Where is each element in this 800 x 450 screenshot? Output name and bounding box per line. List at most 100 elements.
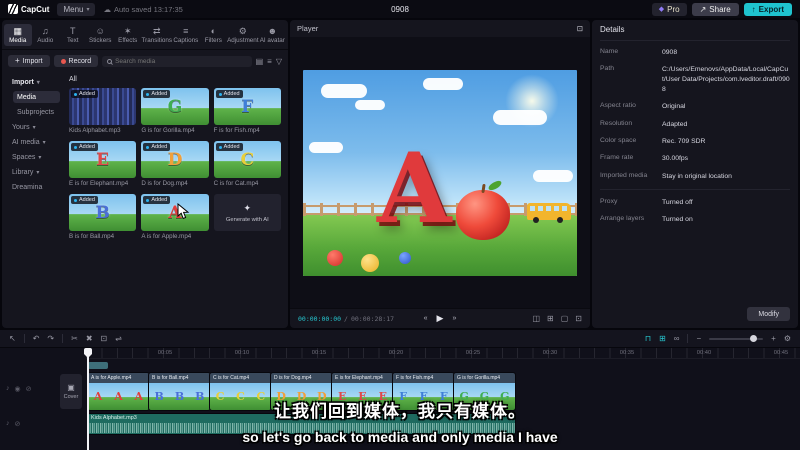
- media-item[interactable]: C Added C is for Cat.mp4: [213, 141, 281, 187]
- scene-ball-red: [327, 249, 343, 266]
- tab-filters[interactable]: ◐ Filters: [200, 24, 228, 46]
- timeline-ruler[interactable]: 00:05 00:10 00:15 00:20 00:25 00:30 00:35 00:40…: [86, 348, 800, 359]
- filmstrip-letter: F: [439, 390, 448, 403]
- grid-overlay-icon[interactable]: ⊞: [547, 314, 554, 323]
- media-item[interactable]: G Added G is for Gorilla.mp4: [141, 88, 209, 134]
- cover-button[interactable]: ▣ Cover: [60, 374, 82, 409]
- filmstrip-letter: A: [114, 390, 123, 403]
- fullscreen-icon[interactable]: ⊡: [575, 314, 582, 323]
- detail-row: Aspect ratio Original: [600, 102, 790, 112]
- link-icon[interactable]: ∞: [674, 334, 680, 343]
- zoom-in-icon[interactable]: +: [771, 334, 776, 343]
- tab-media[interactable]: ▦ Media: [4, 23, 32, 46]
- record-button[interactable]: Record: [53, 55, 99, 67]
- sidebar-item-subprojects[interactable]: Subprojects: [13, 106, 60, 118]
- media-item[interactable]: Added Kids Alphabet.mp3: [69, 88, 137, 134]
- magnet-icon[interactable]: ⊓: [645, 334, 651, 343]
- next-frame-icon[interactable]: »: [452, 315, 456, 322]
- mute-track-icon[interactable]: ♪: [6, 385, 10, 393]
- tab-stickers[interactable]: ☺ Stickers: [87, 24, 115, 46]
- timeline-video-clip[interactable]: F is for Fish.mp4 F F F: [392, 372, 455, 411]
- caption-clip[interactable]: [88, 362, 108, 369]
- tab-captions[interactable]: ≡ Captions: [172, 24, 200, 46]
- tab-transitions[interactable]: ⇄ Transitions: [142, 24, 173, 46]
- added-badge: Added: [71, 143, 98, 151]
- sidebar-item-yours[interactable]: Yours ▾: [8, 121, 60, 133]
- split-icon[interactable]: ✂: [71, 334, 78, 343]
- redo-icon[interactable]: ↷: [47, 334, 54, 343]
- added-badge: Added: [215, 143, 243, 151]
- undo-icon[interactable]: ↶: [33, 334, 40, 343]
- mute-track-icon[interactable]: ♪: [6, 420, 10, 428]
- compare-icon[interactable]: ◫: [532, 314, 540, 323]
- sidebar-item-media[interactable]: Media: [13, 91, 60, 103]
- timeline-settings-icon[interactable]: ⚙: [784, 334, 791, 343]
- media-item[interactable]: D Added D is for Dog.mp4: [141, 141, 209, 187]
- tab-adjustment[interactable]: ⚙ Adjustment: [227, 24, 259, 46]
- timeline-video-clip[interactable]: D is for Dog.mp4 D D D: [270, 372, 333, 411]
- import-button[interactable]: + Import: [8, 55, 50, 67]
- select-tool-icon[interactable]: ↖: [9, 334, 16, 343]
- media-item[interactable]: A Added A is for Apple.mp4: [141, 194, 209, 240]
- share-button[interactable]: ↗ Share: [691, 2, 739, 16]
- menu-button[interactable]: Menu ▾: [57, 2, 96, 16]
- generate-ai-card[interactable]: ✦ Generate with AI: [213, 194, 281, 240]
- ratio-icon[interactable]: ▢: [561, 314, 569, 323]
- export-button[interactable]: ↑ Export: [743, 2, 792, 16]
- playhead[interactable]: [87, 348, 89, 450]
- timeline-video-clip[interactable]: A is for Apple.mp4 A A A: [87, 372, 150, 411]
- grid-view-icon[interactable]: ▤: [256, 57, 264, 66]
- delete-icon[interactable]: ✖: [86, 334, 93, 343]
- timeline-video-clip[interactable]: C is for Cat.mp4 C C C: [209, 372, 272, 411]
- previous-frame-icon[interactable]: «: [424, 315, 428, 322]
- stickers-icon: ☺: [95, 25, 105, 36]
- mirror-icon[interactable]: ⇌: [115, 334, 122, 343]
- media-item[interactable]: F Added F is for Fish.mp4: [213, 88, 281, 134]
- timeline-audio-clip[interactable]: Kids Alphabet.mp3: [87, 413, 516, 435]
- media-item[interactable]: B Added B is for Ball.mp4: [69, 194, 137, 240]
- media-item-name: E is for Elephant.mp4: [69, 180, 129, 187]
- timeline-video-clip[interactable]: E is for Elephant.mp4 E E E: [331, 372, 394, 411]
- snap-icon[interactable]: ⊞: [659, 334, 666, 343]
- filmstrip-letter: G: [479, 390, 490, 403]
- list-view-icon[interactable]: ≡: [267, 57, 272, 66]
- timeline-video-clip[interactable]: G is for Gorilla.mp4 G G G: [453, 372, 516, 411]
- sidebar-item-import[interactable]: Import ▾: [8, 76, 60, 88]
- duration: 00:00:28:17: [350, 314, 395, 323]
- media-item[interactable]: E Added E is for Elephant.mp4: [69, 141, 137, 187]
- filmstrip-letter: G: [500, 390, 510, 403]
- lock-track-icon[interactable]: ⊘: [15, 420, 21, 428]
- media-content: All Added Kids Alphabet.mp3 G Added G is for…: [62, 72, 288, 328]
- media-thumbnail: B Added: [69, 194, 137, 231]
- tab-text[interactable]: T Text: [59, 24, 87, 46]
- added-badge: Added: [143, 143, 171, 151]
- zoom-slider-thumb[interactable]: [750, 335, 758, 342]
- diamond-icon: ◆: [658, 6, 665, 13]
- current-time: 00:00:00:00: [298, 314, 342, 323]
- lock-track-icon[interactable]: ⊘: [26, 385, 32, 393]
- detail-value: Rec. 709 SDR: [662, 138, 706, 146]
- timeline-video-clip[interactable]: B is for Ball.mp4 B B B: [148, 372, 211, 411]
- zoom-slider[interactable]: [709, 335, 764, 342]
- effects-icon: ✶: [123, 25, 132, 36]
- filter-icon[interactable]: ▽: [276, 57, 282, 66]
- search-input[interactable]: [115, 57, 247, 65]
- sidebar-item-dreamina[interactable]: Dreamina: [8, 181, 60, 193]
- pro-badge[interactable]: ◆ Pro: [651, 2, 687, 16]
- sidebar-item-ai-media[interactable]: AI media ▾: [8, 136, 60, 148]
- tab-ai-avatar[interactable]: ☻ AI avatar: [259, 24, 287, 46]
- video-frame[interactable]: A: [303, 69, 577, 276]
- sidebar-item-spaces[interactable]: Spaces ▾: [8, 151, 60, 163]
- expand-player-icon[interactable]: ⊡: [577, 24, 583, 33]
- sidebar-item-library[interactable]: Library ▾: [8, 166, 60, 178]
- tab-effects[interactable]: ✶ Effects: [114, 24, 142, 46]
- crop-icon[interactable]: ⊡: [101, 334, 108, 343]
- modify-button[interactable]: Modify: [747, 307, 790, 321]
- zoom-out-icon[interactable]: −: [696, 334, 701, 343]
- search-box[interactable]: [102, 55, 252, 67]
- tab-audio[interactable]: ♫ Audio: [32, 24, 60, 46]
- hide-track-icon[interactable]: ◉: [15, 385, 21, 393]
- capcut-logo[interactable]: CapCut: [8, 4, 49, 14]
- play-icon[interactable]: ▶: [437, 313, 444, 324]
- player-controls: 00:00:00:00 / 00:00:28:17 « ▶ » ◫ ⊞ ▢ ⊡: [290, 308, 590, 328]
